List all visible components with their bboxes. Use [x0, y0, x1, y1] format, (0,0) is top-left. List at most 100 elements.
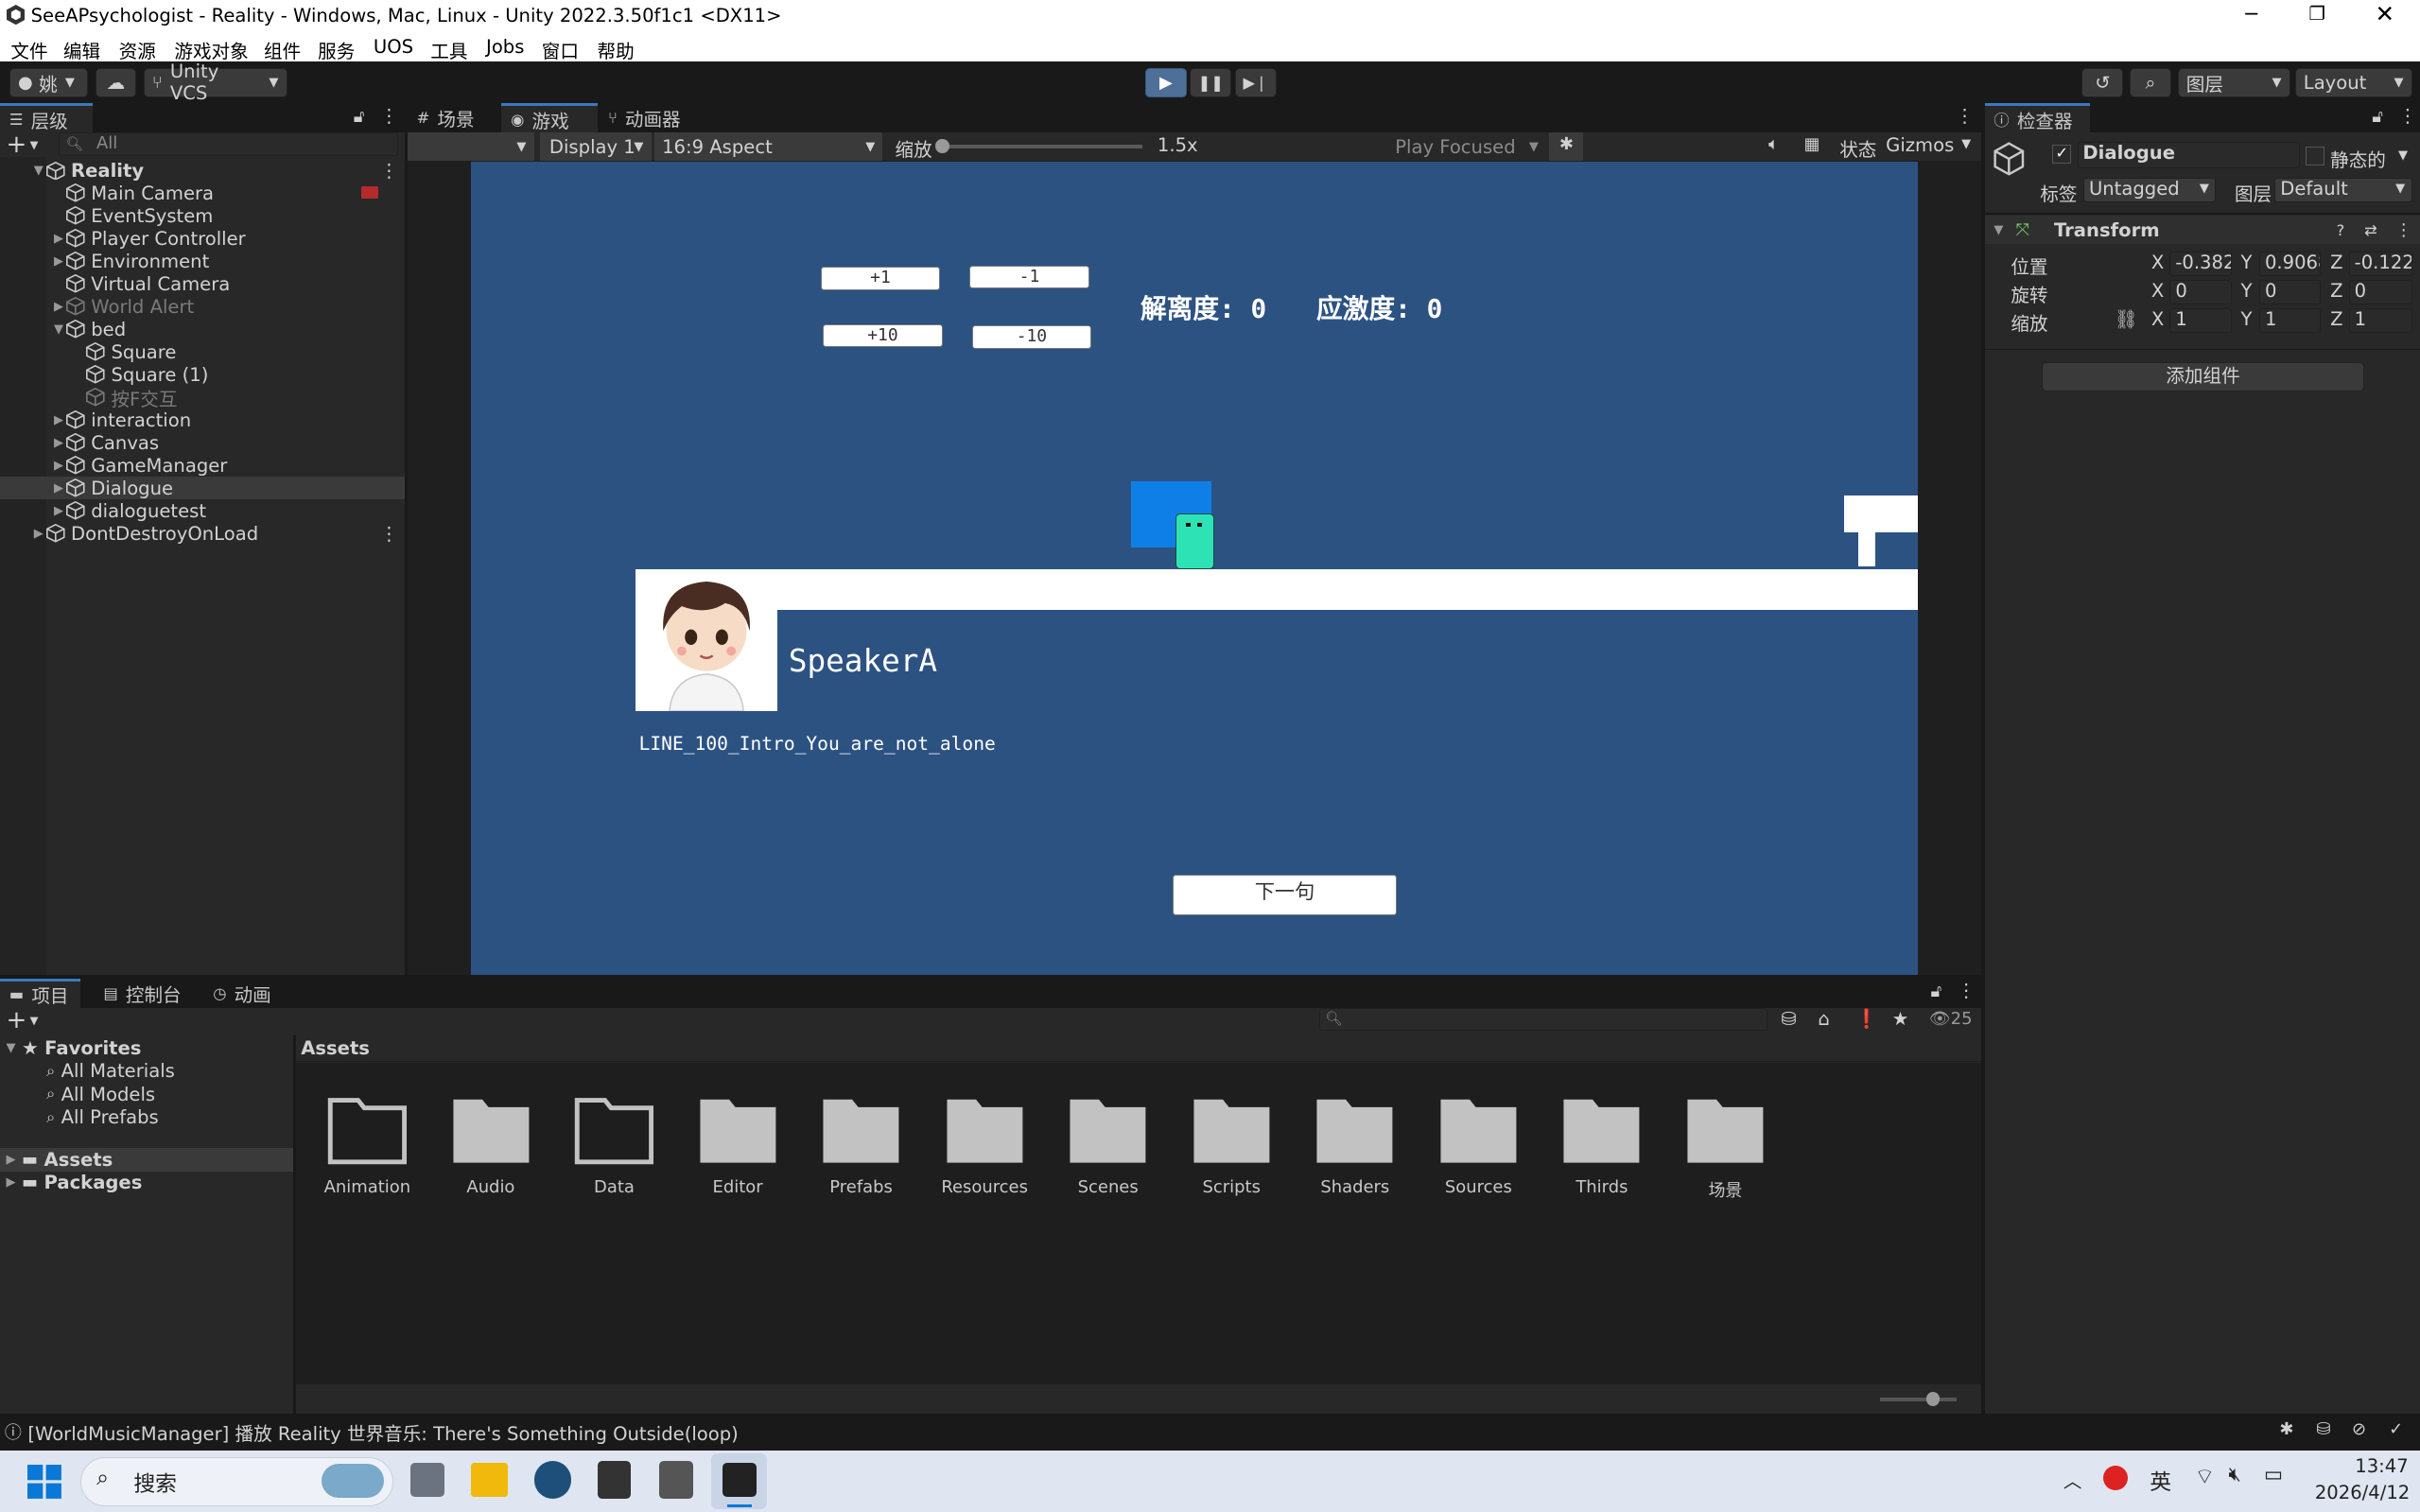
x-field[interactable]: 0 [2169, 280, 2232, 305]
assets-node[interactable]: ▶ ▬ Assets [0, 1148, 294, 1172]
next-line-button[interactable]: 下一句 [1173, 875, 1397, 915]
active-checkbox[interactable]: ✓ [2052, 145, 2071, 164]
y-axis-label[interactable]: Y [2241, 308, 2253, 330]
pause-button[interactable]: ❚❚ [1190, 67, 1232, 97]
star-icon[interactable]: ★ [1892, 1008, 1909, 1030]
z-axis-label[interactable]: Z [2330, 252, 2342, 273]
tab-project[interactable]: ▬ 项目 [0, 978, 80, 1008]
hierarchy-item[interactable]: ▶ Environment [0, 250, 405, 272]
hierarchy-item[interactable]: Main Camera [0, 182, 405, 204]
add-component-button[interactable]: 添加组件 [2041, 362, 2365, 392]
camera-icon[interactable] [360, 185, 378, 199]
chevron-up-icon[interactable]: ︿ [2063, 1466, 2082, 1493]
hierarchy-item[interactable]: ▶ interaction [0, 408, 405, 431]
volume-icon[interactable]: 🔇︎ [2228, 1463, 2240, 1486]
y-field[interactable]: 0 [2259, 280, 2322, 305]
app-v-icon[interactable] [533, 1461, 571, 1499]
tab-console[interactable]: ▤ 控制台 [95, 979, 197, 1008]
hierarchy-item[interactable]: ▼ Reality ⋮ [0, 159, 405, 182]
search-button[interactable]: ⌕ [2130, 67, 2172, 97]
close-button[interactable]: ✕ [2375, 0, 2394, 27]
menu-component[interactable]: 组件 [264, 36, 301, 63]
icon-size-slider[interactable] [1879, 1398, 1958, 1401]
windows-start-icon[interactable] [27, 1464, 62, 1499]
display-dropdown[interactable]: Display 1 ▼ [540, 132, 652, 161]
tag-dropdown[interactable]: Untagged ▼ [2083, 177, 2217, 202]
x-axis-label[interactable]: X [2151, 280, 2164, 302]
chevron-right-icon[interactable]: ▶ [51, 436, 66, 450]
chevron-down-icon[interactable]: ▼ [31, 164, 46, 178]
fav-all-models[interactable]: ⌕ All Models [46, 1084, 155, 1105]
tab-hierarchy[interactable]: ☰ 层级 [0, 103, 93, 133]
menu-jobs[interactable]: Jobs [486, 36, 524, 58]
hierarchy-item[interactable]: ▼ bed [0, 318, 405, 340]
menu-help[interactable]: 帮助 [598, 36, 635, 63]
chevron-right-icon[interactable]: ▶ [51, 481, 66, 495]
hierarchy-item[interactable]: EventSystem [0, 204, 405, 227]
minus-one-button[interactable]: -1 [968, 265, 1090, 289]
chevron-down-icon[interactable]: ▼ [1961, 137, 1971, 151]
status-message[interactable]: [WorldMusicManager] 播放 Reality 世界音乐: The… [27, 1418, 738, 1446]
asset-folder[interactable]: Audio [444, 1094, 537, 1197]
asset-folder[interactable]: Resources [938, 1094, 1031, 1197]
asset-folder[interactable]: Editor [691, 1094, 784, 1197]
warning-icon[interactable]: ❗ [1855, 1008, 1878, 1030]
aspect-dropdown[interactable]: 16:9 Aspect ▼ [653, 132, 883, 161]
network-icon[interactable]: ⛁ [2316, 1419, 2330, 1439]
account-button[interactable]: ● 姚 ▼ [9, 67, 88, 97]
favorites-node[interactable]: ▼ ★ Favorites [7, 1037, 142, 1059]
more-icon[interactable]: ⋮ [379, 523, 398, 545]
play-mode-dropdown[interactable]: Play Focused ▼ [1385, 132, 1546, 160]
menu-gameobject[interactable]: 游戏对象 [174, 36, 248, 63]
hierarchy-item[interactable]: Virtual Camera [0, 272, 405, 295]
lock-icon[interactable]: 🔓︎ [2372, 107, 2383, 127]
ime-indicator[interactable]: 英 [2150, 1465, 2171, 1496]
asset-folder[interactable]: Thirds [1556, 1094, 1648, 1197]
layout-dropdown[interactable]: Layout ▼ [2294, 67, 2412, 97]
hierarchy-item[interactable]: Square [0, 340, 405, 363]
menu-tools[interactable]: 工具 [430, 36, 467, 63]
chevron-right-icon[interactable]: ▶ [51, 232, 66, 246]
minus-ten-button[interactable]: -10 [972, 325, 1091, 349]
scale-slider-handle[interactable] [934, 138, 949, 153]
more-icon[interactable]: ⋮ [2395, 220, 2412, 240]
fav-all-materials[interactable]: ⌕ All Materials [46, 1060, 175, 1082]
cache-icon[interactable]: ⊘ [2352, 1419, 2366, 1439]
more-icon[interactable]: ⋮ [2398, 105, 2417, 127]
menu-services[interactable]: 服务 [318, 36, 355, 63]
object-name-field[interactable]: Dialogue [2077, 142, 2300, 168]
tab-inspector[interactable]: ⓘ 检查器 [1984, 103, 2090, 133]
x-axis-label[interactable]: X [2151, 308, 2164, 330]
hierarchy-search-input[interactable]: 🔍︎ All [59, 132, 399, 156]
check-icon[interactable]: ✓ [2389, 1419, 2403, 1439]
asset-folder[interactable]: Data [568, 1094, 661, 1197]
minimize-button[interactable]: ─ [2245, 3, 2257, 26]
icon-size-slider-handle[interactable] [1925, 1391, 1941, 1406]
menu-edit[interactable]: 编辑 [63, 36, 100, 63]
more-icon[interactable]: ⋮ [1956, 105, 1975, 127]
link-icon[interactable]: ⛓ [2115, 308, 2138, 330]
step-button[interactable]: ▶❘ [1234, 67, 1277, 97]
breadcrumb-assets[interactable]: Assets [301, 1037, 370, 1059]
hierarchy-item[interactable]: ▶ DontDestroyOnLoad ⋮ [0, 522, 405, 545]
taskbar-search[interactable]: ⌕ 搜索 [79, 1456, 394, 1506]
more-icon[interactable]: ⋮ [379, 105, 398, 127]
hierarchy-item[interactable]: ▶ Player Controller [0, 227, 405, 250]
cloud-button[interactable]: ☁ [96, 67, 136, 97]
menu-file[interactable]: 文件 [10, 36, 47, 63]
x-field[interactable]: -0.382 [2169, 251, 2232, 277]
scale-slider[interactable] [941, 145, 1142, 148]
tab-animation[interactable]: ◷ 动画 [203, 979, 293, 1008]
tray-app-icon[interactable] [2103, 1466, 2129, 1491]
more-icon[interactable]: ⋮ [1957, 980, 1976, 1001]
hierarchy-item[interactable]: ▶ GameManager [0, 454, 405, 477]
asset-folder[interactable]: 场景 [1679, 1094, 1771, 1202]
hierarchy-item[interactable]: Square (1) [0, 363, 405, 386]
y-field[interactable]: 0.9068 [2259, 251, 2322, 277]
menu-window[interactable]: 窗口 [542, 36, 579, 63]
layer-dropdown[interactable]: Default ▼ [2274, 177, 2412, 202]
asset-folder[interactable]: Animation [321, 1094, 413, 1197]
static-checkbox[interactable] [2306, 147, 2324, 165]
z-field[interactable]: 0 [2348, 280, 2412, 305]
z-field[interactable]: 1 [2348, 308, 2412, 334]
